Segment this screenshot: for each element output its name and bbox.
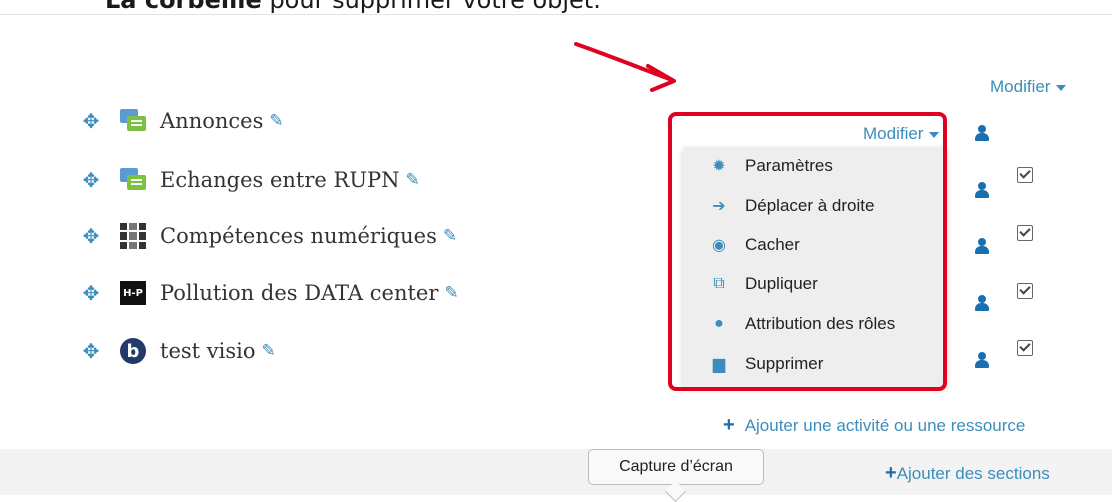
caret-down-icon [1056,84,1067,91]
annotation-highlight-box [668,112,947,391]
forum-icon [120,167,146,193]
pencil-icon[interactable]: ✎ [406,170,420,190]
move-icon[interactable]: ✥ [80,340,102,363]
activity-name[interactable]: test visio [160,339,255,363]
divider [0,14,1112,15]
activity-row-test-visio[interactable]: ✥ b test visio ✎ [80,334,276,368]
activity-name[interactable]: Pollution des DATA center [160,281,438,305]
pencil-icon[interactable]: ✎ [269,111,283,131]
user-icon[interactable] [975,182,989,198]
forum-icon [120,108,146,134]
add-sections-link[interactable]: +Ajouter des sections [885,462,1050,485]
pencil-icon[interactable]: ✎ [261,341,275,361]
competences-icon [120,223,146,249]
activity-name[interactable]: Echanges entre RUPN [160,168,400,192]
add-activity-link[interactable]: + Ajouter une activité ou une ressource [723,414,1025,437]
bigbluebutton-icon: b [120,338,146,364]
plus-icon: + [885,462,897,484]
activity-name[interactable]: Annonces [160,109,263,133]
completion-checkbox[interactable] [1017,167,1033,183]
tooltip-text: Capture d’écran [619,458,733,475]
activity-row-echanges[interactable]: ✥ Echanges entre RUPN ✎ [80,163,420,197]
completion-checkbox[interactable] [1017,283,1033,299]
move-icon[interactable]: ✥ [80,110,102,133]
instruction-text: La corbeille pour supprimer votre objet. [105,0,601,14]
tooltip: Capture d’écran [588,449,764,485]
activity-row-annonces[interactable]: ✥ Annonces ✎ [80,104,284,138]
user-icon[interactable] [975,238,989,254]
user-icon[interactable] [975,295,989,311]
move-icon[interactable]: ✥ [80,282,102,305]
activity-row-competences[interactable]: ✥ Compétences numériques ✎ [80,219,457,253]
pencil-icon[interactable]: ✎ [443,226,457,246]
user-icon[interactable] [975,125,989,141]
plus-icon: + [723,414,735,436]
completion-checkbox[interactable] [1017,225,1033,241]
annotation-arrow [574,42,676,92]
section-edit-label: Modifier [990,77,1051,96]
add-activity-label: Ajouter une activité ou une ressource [744,416,1026,435]
completion-checkbox[interactable] [1017,340,1033,356]
pencil-icon[interactable]: ✎ [444,283,458,303]
h5p-icon: H-P [120,280,146,306]
add-sections-label: Ajouter des sections [896,464,1050,483]
activity-row-pollution[interactable]: ✥ H-P Pollution des DATA center ✎ [80,276,459,310]
activity-name[interactable]: Compétences numériques [160,224,437,248]
section-edit-menu[interactable]: Modifier [990,77,1067,97]
instruction-rest: pour supprimer votre objet. [261,0,601,14]
move-icon[interactable]: ✥ [80,225,102,248]
move-icon[interactable]: ✥ [80,169,102,192]
user-icon[interactable] [975,352,989,368]
instruction-bold: La corbeille [105,0,262,14]
